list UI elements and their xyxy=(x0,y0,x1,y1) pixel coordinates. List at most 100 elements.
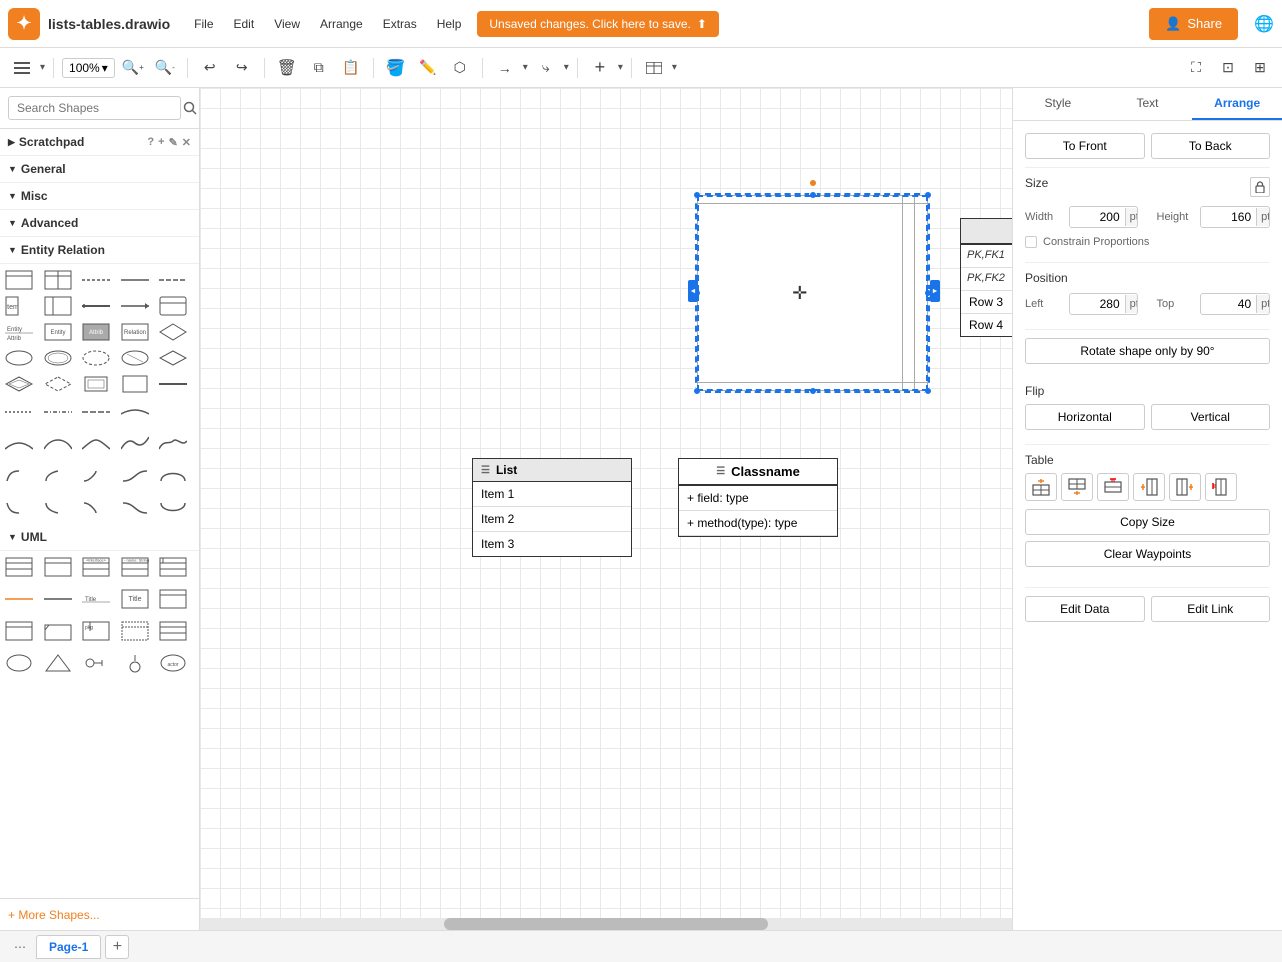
shape-item[interactable] xyxy=(4,464,34,488)
zoom-control[interactable]: 100% ▾ xyxy=(62,58,115,78)
connector-arrow[interactable]: ▾ xyxy=(523,62,528,73)
shape-item[interactable] xyxy=(43,496,73,520)
shape-item[interactable] xyxy=(43,587,73,611)
shape-item[interactable]: actor xyxy=(158,651,188,675)
shape-item[interactable] xyxy=(4,555,34,579)
shape-item[interactable] xyxy=(43,432,73,456)
zoom-out-btn[interactable]: 🔍- xyxy=(151,54,179,82)
scratchpad-edit[interactable]: ✎ xyxy=(169,136,178,149)
sidebar-toggle-arrow[interactable]: ▾ xyxy=(40,62,45,73)
shape-item[interactable]: pkg xyxy=(81,619,111,643)
shape-item[interactable] xyxy=(120,372,150,396)
shape-item[interactable] xyxy=(81,346,111,370)
line-color-btn[interactable]: ✏️ xyxy=(414,54,442,82)
shape-item[interactable] xyxy=(120,619,150,643)
menu-file[interactable]: File xyxy=(186,13,221,35)
db-row-1[interactable]: PK,FK1 Row 1 xyxy=(961,245,1012,268)
search-input[interactable] xyxy=(8,96,181,120)
section-general[interactable]: General xyxy=(0,156,199,183)
handle-tr[interactable] xyxy=(924,191,932,199)
table-insert-col-left[interactable] xyxy=(1133,473,1165,501)
edit-data-button[interactable]: Edit Data xyxy=(1025,596,1145,622)
menu-extras[interactable]: Extras xyxy=(375,13,425,35)
waypoint-btn[interactable]: ⤷ xyxy=(532,54,560,82)
shape-item[interactable] xyxy=(81,651,111,675)
shape-item[interactable]: Relation xyxy=(120,320,150,344)
left-input[interactable] xyxy=(1070,294,1125,314)
shape-item[interactable] xyxy=(81,464,111,488)
shape-item[interactable] xyxy=(4,268,34,292)
shape-item[interactable] xyxy=(81,400,111,424)
copy-btn[interactable]: ⧉ xyxy=(305,54,333,82)
scratchpad-close[interactable]: ✕ xyxy=(182,136,191,149)
table-insert-row-below[interactable] xyxy=(1061,473,1093,501)
shape-item[interactable] xyxy=(4,619,34,643)
list-row-2[interactable]: Item 2 xyxy=(473,507,631,532)
shape-item[interactable] xyxy=(43,372,73,396)
tab-text[interactable]: Text xyxy=(1103,88,1193,120)
paste-btn[interactable]: 📋 xyxy=(337,54,365,82)
connector-btn[interactable]: → xyxy=(491,54,519,82)
shape-item[interactable] xyxy=(120,268,150,292)
resize-right-handle[interactable]: ► xyxy=(930,280,940,302)
class-row-field[interactable]: + field: type xyxy=(679,486,837,511)
section-misc[interactable]: Misc xyxy=(0,183,199,210)
shape-item[interactable] xyxy=(158,268,188,292)
list-row-3[interactable]: Item 3 xyxy=(473,532,631,556)
lock-proportions-icon[interactable] xyxy=(1250,177,1270,197)
fullscreen-btn[interactable]: ⛶ xyxy=(1182,54,1210,82)
shape-item[interactable] xyxy=(4,496,34,520)
shape-item[interactable] xyxy=(158,372,188,396)
shape-item[interactable]: Title xyxy=(81,587,111,611)
list-element[interactable]: ☰ List Item 1 Item 2 Item 3 xyxy=(472,458,632,557)
table-arrow[interactable]: ▾ xyxy=(672,62,677,73)
section-scratchpad[interactable]: Scratchpad ? + ✎ ✕ xyxy=(0,129,199,156)
unsaved-banner[interactable]: Unsaved changes. Click here to save. ⬆ xyxy=(477,11,719,37)
shape-item[interactable]: «interface» xyxy=(81,555,111,579)
shape-item[interactable] xyxy=(158,432,188,456)
redo-btn[interactable]: ↪ xyxy=(228,54,256,82)
shape-item[interactable] xyxy=(120,400,150,424)
grid-table-element[interactable]: ✛ xyxy=(695,193,930,393)
delete-btn[interactable]: 🗑 xyxy=(273,54,301,82)
table-delete-col[interactable] xyxy=(1205,473,1237,501)
handle-tl[interactable] xyxy=(693,191,701,199)
shape-item[interactable] xyxy=(43,294,73,318)
section-advanced[interactable]: Advanced xyxy=(0,210,199,237)
edit-link-button[interactable]: Edit Link xyxy=(1151,596,1271,622)
shape-item[interactable] xyxy=(43,651,73,675)
section-uml[interactable]: UML xyxy=(0,524,199,551)
shape-item[interactable] xyxy=(43,268,73,292)
shape-item[interactable] xyxy=(4,587,34,611)
resize-left-handle[interactable]: ◄ xyxy=(688,280,698,302)
clear-waypoints-button[interactable]: Clear Waypoints xyxy=(1025,541,1270,567)
shape-item[interactable] xyxy=(4,346,34,370)
shape-item[interactable] xyxy=(120,432,150,456)
page-more-button[interactable]: ⋯ xyxy=(8,935,32,959)
shape-item[interactable] xyxy=(81,432,111,456)
shape-item[interactable] xyxy=(4,651,34,675)
shape-item[interactable] xyxy=(81,294,111,318)
zoom-in-btn[interactable]: 🔍+ xyxy=(119,54,147,82)
db-row-4[interactable]: Row 4 xyxy=(961,314,1012,336)
canvas[interactable]: ✛ xyxy=(200,88,1012,930)
top-input[interactable] xyxy=(1201,294,1256,314)
list-row-1[interactable]: Item 1 xyxy=(473,482,631,507)
shape-item[interactable] xyxy=(158,346,188,370)
shape-item[interactable] xyxy=(120,496,150,520)
tab-style[interactable]: Style xyxy=(1013,88,1103,120)
sidebar-toggle[interactable] xyxy=(8,54,36,82)
table-btn[interactable] xyxy=(640,54,668,82)
table-insert-col-right[interactable] xyxy=(1169,473,1201,501)
menu-help[interactable]: Help xyxy=(429,13,470,35)
shape-item[interactable] xyxy=(81,268,111,292)
shape-item[interactable] xyxy=(158,619,188,643)
scratchpad-add[interactable]: + xyxy=(158,136,164,149)
shape-item[interactable]: Title xyxy=(120,587,150,611)
shape-item[interactable] xyxy=(158,496,188,520)
db-row-3[interactable]: Row 3 xyxy=(961,291,1012,314)
handle-rotate[interactable] xyxy=(809,179,817,187)
db-table-element[interactable]: ▤ Table PK,FK1 Row 1 PK,FK2 Row 2 Row 3 … xyxy=(960,218,1012,337)
h-scrollbar-thumb[interactable] xyxy=(444,918,769,930)
shape-item[interactable] xyxy=(43,400,73,424)
